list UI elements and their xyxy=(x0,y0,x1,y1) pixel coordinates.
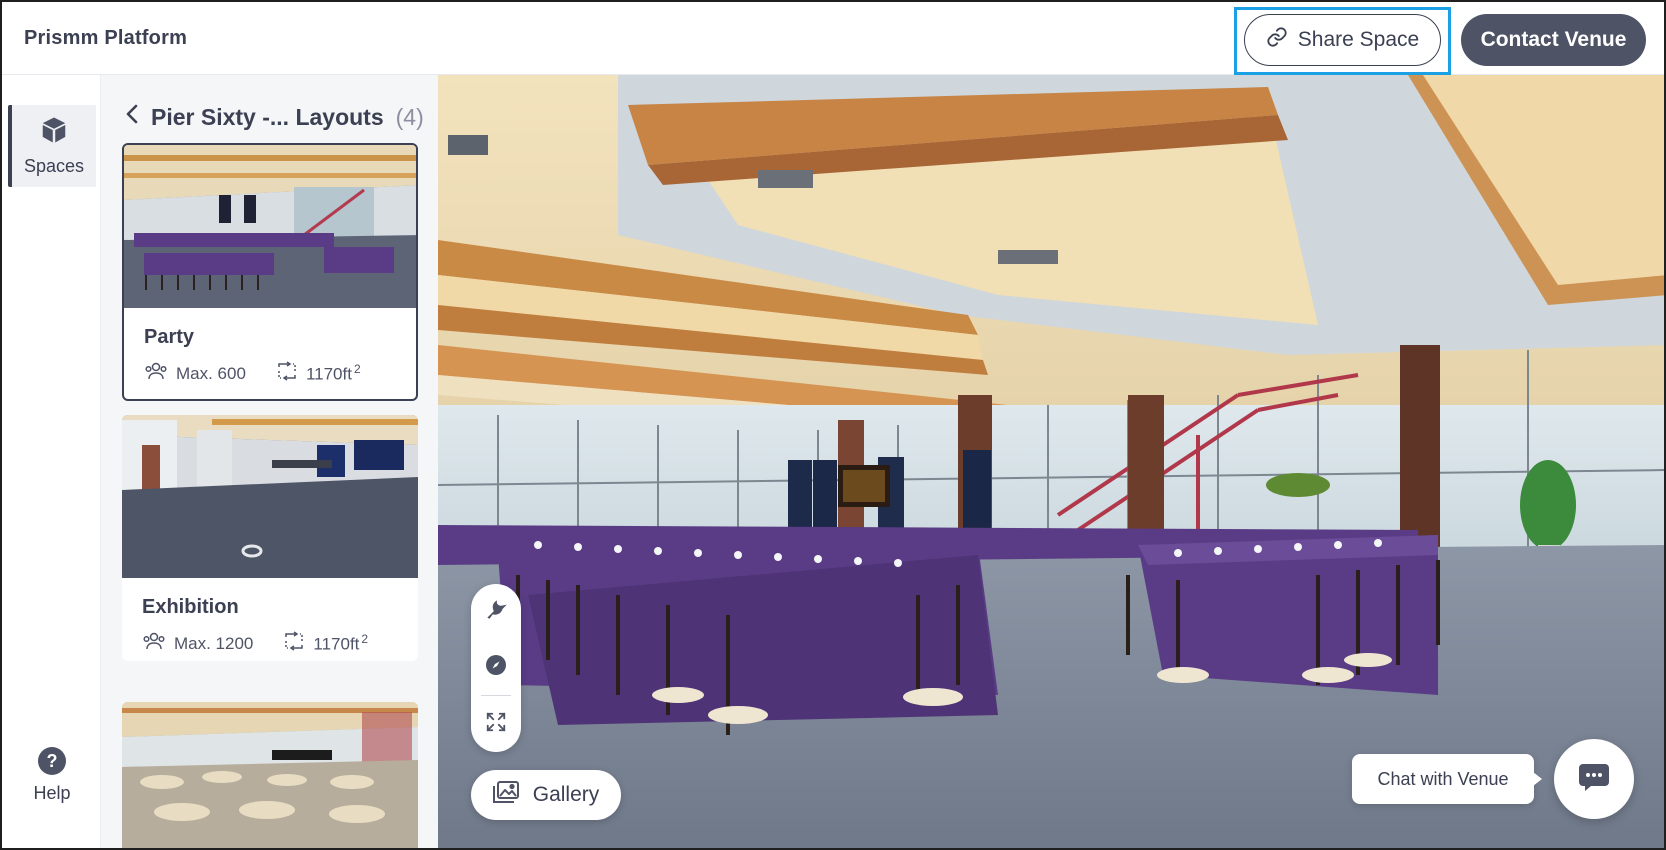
rail-spaces-label: Spaces xyxy=(23,156,85,176)
area-icon xyxy=(283,631,305,656)
chat-button[interactable] xyxy=(1554,739,1634,819)
left-rail: Spaces ? Help xyxy=(2,75,101,848)
layouts-back-header[interactable]: Pier Sixty -... Layouts (4) xyxy=(125,103,424,131)
layout-card-exhibition[interactable]: Exhibition Max. 1200 1170ft 2 xyxy=(122,415,418,661)
help-icon: ? xyxy=(38,747,66,775)
area-unit-superscript: 2 xyxy=(361,632,369,647)
layout-card-banquet[interactable] xyxy=(122,702,418,848)
compass-icon xyxy=(484,653,508,682)
expand-icon xyxy=(485,711,507,738)
layout-thumbnail xyxy=(122,702,418,848)
app-title: Prismm Platform xyxy=(24,27,188,49)
cube-icon xyxy=(39,115,69,150)
area-icon xyxy=(276,361,298,386)
dollhouse-view-button[interactable] xyxy=(471,584,521,640)
layout-capacity: Max. 1200 xyxy=(174,633,254,653)
fullscreen-button[interactable] xyxy=(471,696,521,752)
layout-area: 1170ft xyxy=(305,364,352,384)
chat-with-venue-tooltip[interactable]: Chat with Venue xyxy=(1352,754,1542,804)
chevron-left-icon xyxy=(125,103,139,131)
chat-icon xyxy=(1577,762,1611,797)
gallery-button[interactable]: Gallery xyxy=(471,770,621,820)
link-icon xyxy=(1266,26,1288,54)
rail-item-help[interactable]: ? Help xyxy=(16,747,88,817)
layout-area: 1170ft xyxy=(313,634,360,654)
image-icon xyxy=(492,781,519,809)
share-space-label: Share Space xyxy=(1297,28,1420,51)
people-icon xyxy=(144,361,168,386)
layout-thumbnail xyxy=(122,415,418,578)
top-bar: Prismm Platform Share Space Contact Venu… xyxy=(2,2,1664,75)
space-viewer[interactable] xyxy=(438,75,1664,848)
layout-capacity: Max. 600 xyxy=(176,363,246,383)
area-unit-superscript: 2 xyxy=(353,362,361,377)
share-space-button[interactable]: Share Space xyxy=(1244,14,1441,66)
layout-card-party[interactable]: Party Max. 600 1170ft 2 xyxy=(122,143,418,401)
layout-name: Exhibition xyxy=(142,596,239,618)
layout-thumbnail xyxy=(124,145,416,308)
rail-help-label: Help xyxy=(33,783,71,803)
layouts-panel: Pier Sixty -... Layouts (4) Party Max. 6… xyxy=(101,75,438,848)
layouts-title: Pier Sixty -... Layouts xyxy=(151,103,384,130)
bird-icon xyxy=(483,596,509,627)
layout-name: Party xyxy=(144,326,195,348)
app-window: Prismm Platform Share Space Contact Venu… xyxy=(0,0,1666,850)
layouts-count: (4) xyxy=(395,103,424,130)
rail-item-spaces[interactable]: Spaces xyxy=(8,105,96,187)
viewer-tool-stack xyxy=(471,584,521,752)
contact-venue-button[interactable]: Contact Venue xyxy=(1461,14,1646,66)
compass-button[interactable] xyxy=(471,640,521,696)
venue-3d-view xyxy=(438,75,1664,848)
gallery-label: Gallery xyxy=(532,783,600,806)
people-icon xyxy=(142,631,166,656)
